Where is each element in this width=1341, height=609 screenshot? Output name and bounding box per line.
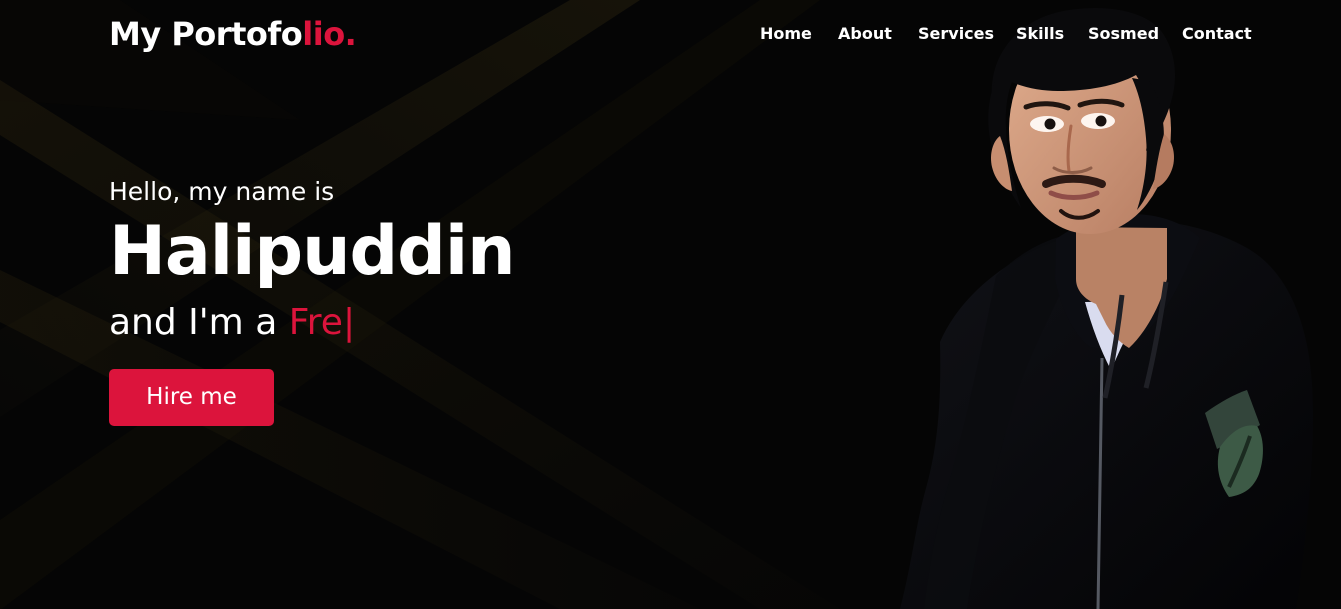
hero-greeting: Hello, my name is [109, 177, 335, 206]
typing-cursor: | [342, 302, 356, 343]
person-illustration [900, 7, 1314, 609]
nav-link-services[interactable]: Services [918, 20, 994, 48]
left-pupil [1044, 118, 1056, 130]
nav-link-about[interactable]: About [838, 20, 892, 48]
logo-accent-text: lio. [302, 15, 357, 53]
nav-link-sosmed[interactable]: Sosmed [1088, 20, 1159, 48]
logo-text: My Portofo [109, 15, 303, 53]
hero-name: Halipuddin [109, 212, 516, 291]
hero-role-prefix: and I'm a [109, 302, 289, 343]
hero-role-line: and I'm a Fre| [109, 299, 355, 347]
site-logo[interactable]: My Portofolio. [109, 14, 357, 54]
profile-photo [900, 0, 1341, 609]
nav-link-home[interactable]: Home [760, 20, 812, 48]
nav-link-contact[interactable]: Contact [1182, 20, 1252, 48]
portfolio-page: My Portofolio. Home About Services Skill… [0, 0, 1341, 609]
right-pupil [1095, 115, 1107, 127]
hero-typed-text: Fre [288, 302, 343, 343]
hire-me-button[interactable]: Hire me [109, 369, 274, 426]
nav-link-skills[interactable]: Skills [1016, 20, 1064, 48]
